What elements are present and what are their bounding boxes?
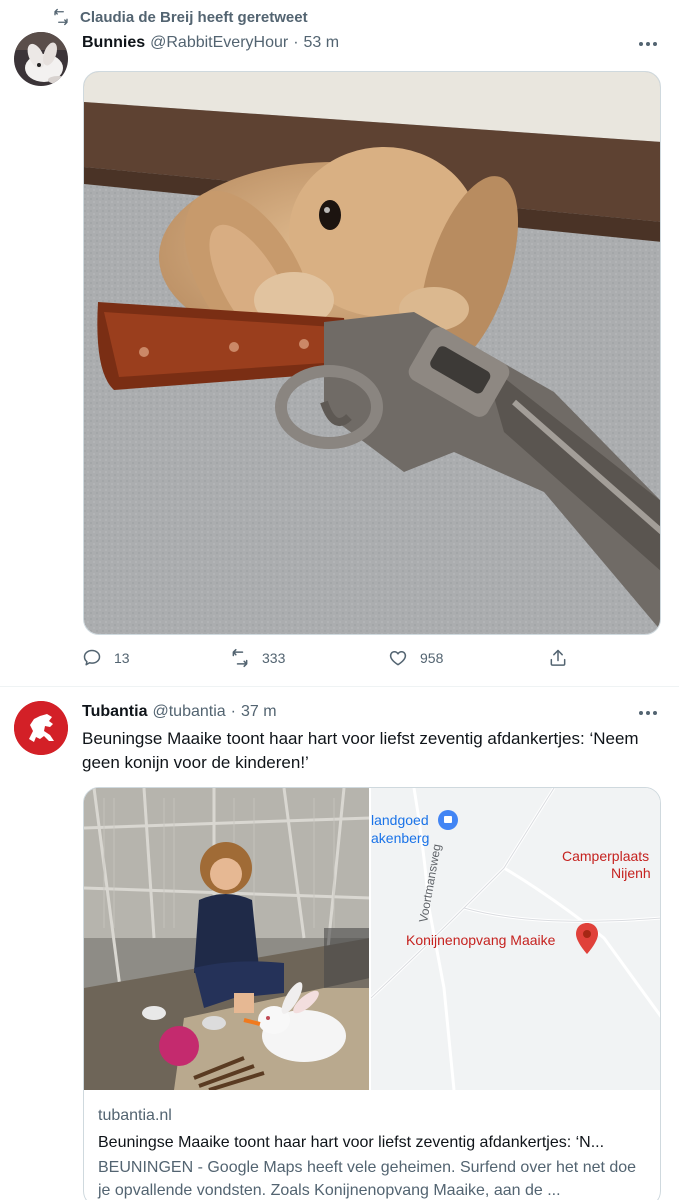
card-description: BEUNINGEN - Google Maps heeft vele gehei… (98, 1159, 637, 1199)
separator-dot: · (293, 34, 299, 51)
card-domain: tubantia.nl (98, 1107, 172, 1124)
map-label-camp2: Nijenh (611, 865, 651, 881)
more-icon (639, 711, 643, 715)
share-button[interactable] (548, 648, 568, 668)
avatar-tubantia[interactable] (14, 701, 68, 755)
card-text: tubantia.nl Beuningse Maaike toont haar … (98, 1104, 650, 1200)
retweet-count: 333 (262, 650, 286, 666)
separator-dot: · (230, 703, 236, 720)
timestamp[interactable]: 53 m (304, 34, 340, 52)
retweet-label: Claudia de Breij heeft geretweet (80, 8, 308, 26)
retweet-indicator[interactable]: Claudia de Breij heeft geretweet (52, 8, 308, 26)
author-name[interactable]: Bunnies (82, 34, 145, 52)
like-button[interactable]: 958 (388, 648, 443, 668)
tweet-header: Bunnies @RabbitEveryHour · 53 m (82, 34, 339, 52)
more-icon (639, 42, 643, 46)
like-count: 958 (420, 650, 444, 666)
link-card[interactable]: landgoed akenberg Voortmansweg Camperpla… (83, 787, 661, 1200)
avatar-bunnies[interactable] (14, 32, 68, 86)
more-options-button[interactable] (637, 702, 659, 724)
card-title[interactable]: Beuningse Maaike toont haar hart voor li… (98, 1131, 650, 1154)
retweet-icon (54, 8, 68, 26)
share-icon (550, 649, 566, 666)
tweet-text: Beuningse Maaike toont haar hart voor li… (82, 729, 639, 772)
tweet-tubantia[interactable]: Tubantia @tubantia · 37 m Beuningse Maai… (0, 687, 679, 1200)
reply-button[interactable]: 13 (82, 648, 130, 668)
tweet-header: Tubantia @tubantia · 37 m (82, 703, 277, 721)
reply-count: 13 (114, 650, 130, 666)
tweet-photo[interactable] (83, 71, 661, 635)
retweet-icon (232, 648, 248, 668)
more-options-button[interactable] (637, 33, 659, 55)
author-handle[interactable]: @RabbitEveryHour (150, 34, 288, 52)
retweet-button[interactable]: 333 (230, 648, 285, 668)
tweet-bunnies[interactable]: Claudia de Breij heeft geretweet Bunnies… (0, 0, 679, 686)
tweet-actions: 13 333 958 (82, 648, 582, 674)
map-label-pin: Konijnenopvang Maaike (406, 932, 556, 948)
like-icon (389, 651, 407, 666)
reply-icon (83, 649, 101, 666)
author-handle[interactable]: @tubantia (152, 703, 225, 721)
map-label-estate2: akenberg (371, 830, 429, 846)
map-label-estate: landgoed (371, 812, 429, 828)
map-label-camp: Camperplaats (562, 848, 649, 864)
timestamp[interactable]: 37 m (241, 703, 277, 721)
card-image: landgoed akenberg Voortmansweg Camperpla… (84, 788, 660, 1092)
author-name[interactable]: Tubantia (82, 703, 147, 721)
